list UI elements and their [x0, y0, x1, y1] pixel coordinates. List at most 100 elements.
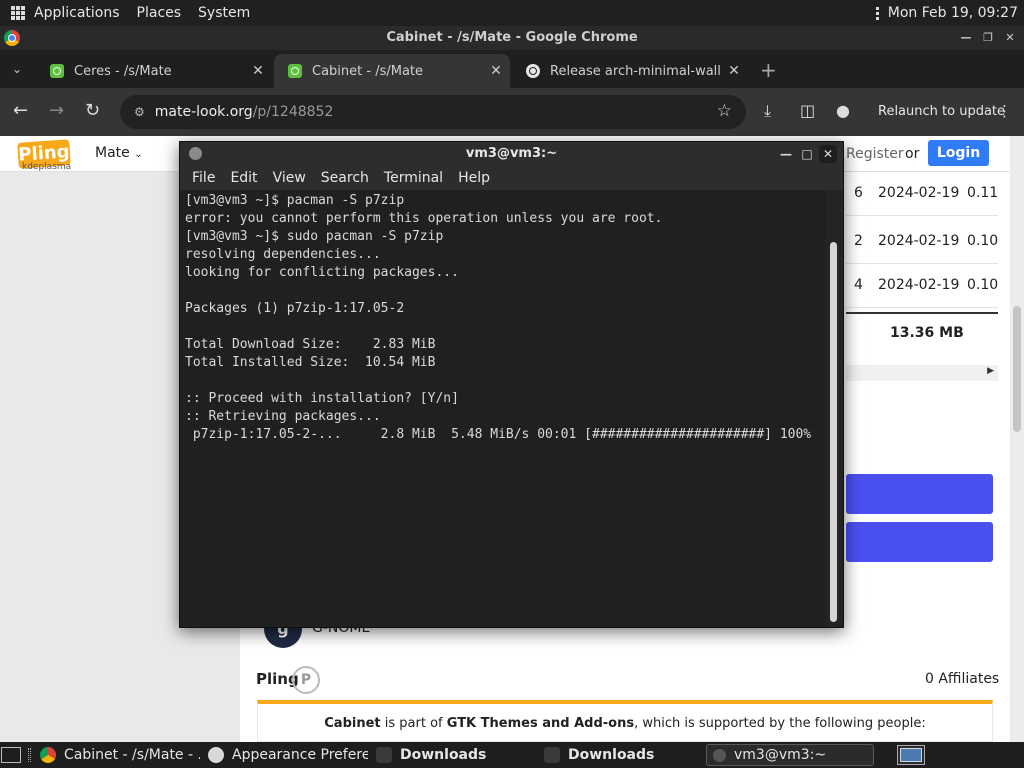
folder-icon	[376, 747, 392, 763]
terminal-line: [vm3@vm3 ~]$ sudo pacman -S p7zip	[185, 229, 444, 244]
taskbar-label: Downloads	[568, 747, 655, 763]
bookmark-star-icon[interactable]: ☆	[717, 101, 732, 121]
supporters-box: Cabinet is part of GTK Themes and Add-on…	[257, 700, 993, 742]
menu-applications[interactable]: Applications	[34, 5, 120, 21]
back-arrow-icon[interactable]: ←	[13, 100, 28, 121]
download-button[interactable]	[846, 474, 993, 514]
terminal-line: looking for conflicting packages...	[185, 265, 459, 280]
page-scrollbar[interactable]	[1010, 136, 1024, 742]
tab-cabinet[interactable]: Cabinet - /s/Mate ✕	[274, 54, 510, 88]
appearance-icon	[208, 747, 224, 763]
menu-file[interactable]: File	[192, 170, 215, 186]
show-desktop-icon[interactable]	[1, 747, 21, 763]
terminal-icon	[713, 748, 726, 762]
file-size: 0.11	[967, 185, 999, 201]
menu-system[interactable]: System	[198, 5, 250, 21]
url-path: /p/1248852	[252, 104, 334, 120]
clock[interactable]: Mon Feb 19, 09:27	[888, 5, 1018, 21]
taskbar-label: Appearance Prefere...	[232, 747, 368, 763]
tab-label: Cabinet - /s/Mate	[312, 63, 424, 79]
github-icon	[526, 64, 540, 78]
terminal-menubar: File Edit View Search Terminal Help	[180, 166, 843, 190]
terminal-window: vm3@vm3:~ — □ ✕ File Edit View Search Te…	[179, 141, 844, 628]
file-size: 0.10	[967, 233, 999, 249]
minimize-icon[interactable]: —	[958, 30, 974, 46]
relaunch-to-update-button[interactable]: Relaunch to update	[878, 104, 1005, 119]
scroll-right-icon[interactable]: ▶	[987, 366, 994, 376]
forward-arrow-icon[interactable]: →	[49, 100, 64, 121]
taskbar-item-terminal[interactable]: vm3@vm3:~	[706, 744, 874, 766]
menu-terminal[interactable]: Terminal	[384, 170, 443, 186]
applications-grid-icon[interactable]	[11, 6, 25, 20]
site-info-icon[interactable]: ⚙	[134, 105, 145, 119]
scrollbar-thumb[interactable]	[830, 242, 837, 622]
file-date: 2024-02-19	[878, 277, 960, 293]
tab-strip: ⌄ Ceres - /s/Mate ✕ Cabinet - /s/Mate ✕ …	[0, 50, 1024, 88]
menu-edit[interactable]: Edit	[230, 170, 257, 186]
login-button[interactable]: Login	[928, 140, 989, 166]
reload-icon[interactable]: ↻	[85, 100, 100, 121]
restore-icon[interactable]: ❐	[980, 30, 996, 46]
tab-search-chevron-icon[interactable]: ⌄	[12, 62, 22, 76]
tab-label: Release arch-minimal-wallp	[550, 63, 720, 79]
terminal-line: error: you cannot perform this operation…	[185, 211, 663, 226]
scrollbar-thumb[interactable]	[1013, 306, 1021, 432]
terminal-scrollbar[interactable]	[826, 190, 843, 627]
maximize-icon[interactable]: □	[798, 145, 816, 163]
chrome-menu-kebab-icon[interactable]: ⋮	[997, 102, 1012, 120]
category-link[interactable]: GTK Themes and Add-ons	[447, 716, 634, 731]
menu-help[interactable]: Help	[458, 170, 490, 186]
terminal-line: p7zip-1:17.05-2-... 2.8 MiB 5.48 MiB/s 0…	[185, 427, 812, 442]
terminal-titlebar[interactable]: vm3@vm3:~ — □ ✕	[180, 142, 843, 166]
minimize-icon[interactable]: —	[777, 145, 795, 163]
side-panel-icon[interactable]: ◫	[800, 101, 815, 120]
tab-close-icon[interactable]: ✕	[482, 63, 510, 79]
panel-kebab-icon[interactable]	[875, 6, 880, 20]
chrome-window-icon	[4, 30, 20, 46]
register-link[interactable]: Register	[846, 146, 904, 162]
taskbar-item-chrome[interactable]: Cabinet - /s/Mate - ...	[40, 744, 200, 766]
menu-view[interactable]: View	[273, 170, 306, 186]
supporters-text: , which is supported by the following pe…	[634, 716, 926, 731]
menu-search[interactable]: Search	[321, 170, 369, 186]
close-icon[interactable]: ✕	[819, 145, 837, 163]
terminal-line: :: Proceed with installation? [Y/n]	[185, 391, 459, 406]
chrome-titlebar: Cabinet - /s/Mate - Google Chrome — ❐ ✕	[0, 26, 1024, 50]
workspace-switcher[interactable]	[897, 745, 925, 765]
download-icon[interactable]: ⤓	[764, 101, 771, 121]
taskbar-label: Cabinet - /s/Mate - ...	[64, 747, 200, 763]
menu-places[interactable]: Places	[137, 5, 182, 21]
or-text: or	[905, 146, 920, 162]
close-icon[interactable]: ✕	[1002, 30, 1018, 46]
taskbar-item-downloads[interactable]: Downloads	[544, 744, 704, 766]
taskbar-item-downloads[interactable]: Downloads	[376, 744, 536, 766]
terminal-line: Packages (1) p7zip-1:17.05-2	[185, 301, 405, 316]
terminal-window-icon[interactable]	[189, 147, 202, 160]
bottom-panel: Cabinet - /s/Mate - ... Appearance Prefe…	[0, 742, 1024, 768]
store-dropdown[interactable]: Mate ⌄	[95, 145, 143, 161]
taskbar-item-appearance[interactable]: Appearance Prefere...	[208, 744, 368, 766]
address-bar[interactable]: ⚙ mate-look.org/p/1248852 ☆	[120, 95, 746, 129]
affiliates-count[interactable]: 0 Affiliates	[925, 671, 999, 687]
tab-ceres[interactable]: Ceres - /s/Mate ✕	[36, 54, 272, 88]
table-horizontal-scrollbar[interactable]: ▶	[846, 365, 998, 381]
folder-icon	[544, 747, 560, 763]
browser-toolbar: ← → ↻ ⚙ mate-look.org/p/1248852 ☆ ⤓ ◫ ● …	[0, 88, 1024, 136]
url-host: mate-look.org	[154, 104, 253, 120]
product-name: Cabinet	[324, 716, 381, 731]
install-button[interactable]	[846, 522, 993, 562]
tab-label: Ceres - /s/Mate	[74, 63, 172, 79]
new-tab-plus-icon[interactable]: +	[760, 58, 777, 82]
chrome-window-title: Cabinet - /s/Mate - Google Chrome	[386, 30, 638, 45]
tab-close-icon[interactable]: ✕	[720, 63, 748, 79]
terminal-output[interactable]: [vm3@vm3 ~]$ pacman -S p7zip error: you c…	[180, 190, 826, 627]
tab-release[interactable]: Release arch-minimal-wallp ✕	[512, 54, 748, 88]
profile-icon[interactable]: ●	[836, 101, 850, 120]
chrome-icon	[40, 747, 56, 763]
file-downloads: 6	[854, 185, 863, 201]
file-row: 4 2024-02-19 0.10	[846, 264, 998, 308]
tab-close-icon[interactable]: ✕	[244, 63, 272, 79]
